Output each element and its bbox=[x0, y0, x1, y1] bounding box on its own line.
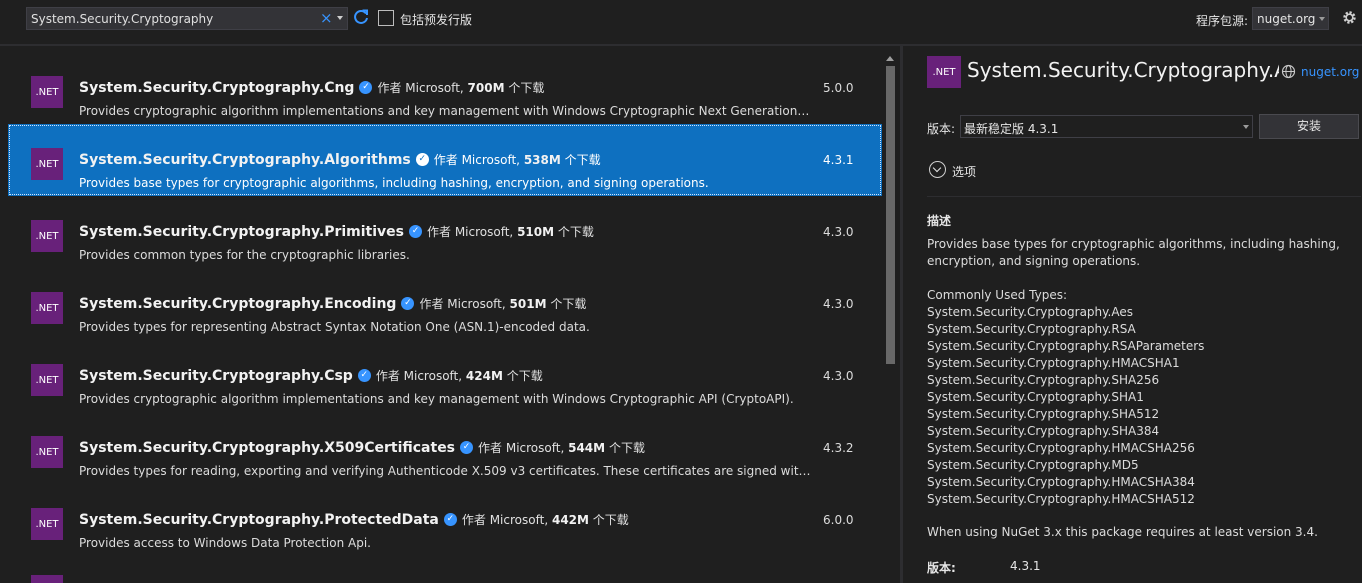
refresh-icon[interactable] bbox=[352, 8, 370, 26]
verified-check-icon: ✓ bbox=[415, 153, 429, 166]
package-source-label: 程序包源: bbox=[1196, 14, 1249, 28]
package-author-downloads: 作者 Microsoft, 700M 个下载 bbox=[377, 81, 545, 95]
type-item: System.Security.Cryptography.Aes bbox=[927, 305, 1133, 319]
type-item: System.Security.Cryptography.HMACSHA256 bbox=[927, 441, 1195, 455]
type-item: System.Security.Cryptography.HMACSHA1 bbox=[927, 356, 1180, 370]
verified-check-icon: ✓ bbox=[409, 225, 422, 238]
package-row-csp[interactable]: .NET System.Security.Cryptography.Csp ✓ … bbox=[8, 340, 882, 412]
package-name: System.Security.Cryptography.X509Certifi… bbox=[79, 439, 456, 456]
options-expand-icon[interactable] bbox=[929, 161, 946, 178]
package-source-value: nuget.org bbox=[1257, 12, 1316, 26]
package-name: System.Security.Cryptography.Algorithms bbox=[79, 151, 411, 168]
package-list[interactable]: .NET System.Security.Cryptography.Cng ✓ … bbox=[8, 52, 882, 583]
package-description: Provides types for representing Abstract… bbox=[79, 320, 590, 334]
detail-package-title: System.Security.Cryptography.Algorithms bbox=[967, 58, 1279, 82]
package-author-downloads: 作者 Microsoft, 442M 个下载 bbox=[461, 513, 629, 527]
package-description: Provides common types for the cryptograp… bbox=[79, 248, 410, 262]
scrollbar-thumb[interactable] bbox=[886, 66, 895, 364]
options-divider bbox=[927, 196, 1361, 197]
description-text: Provides base types for cryptographic al… bbox=[927, 237, 1340, 268]
search-box[interactable]: × bbox=[26, 7, 348, 30]
common-types-heading: Commonly Used Types: bbox=[927, 288, 1068, 302]
verified-check-icon: ✓ bbox=[357, 369, 371, 382]
package-row-algorithms[interactable]: .NET System.Security.Cryptography.Algori… bbox=[8, 124, 882, 196]
type-item: System.Security.Cryptography.RSAParamete… bbox=[927, 339, 1205, 353]
version-label: 版本: bbox=[927, 122, 956, 136]
nuget-version-note: When using NuGet 3.x this package requir… bbox=[927, 525, 1318, 539]
package-name: System.Security.Cryptography.Cng bbox=[79, 79, 355, 96]
package-author-downloads: 作者 Microsoft, 544M 个下载 bbox=[478, 441, 645, 455]
package-source-select[interactable]: nuget.org bbox=[1252, 7, 1329, 30]
type-item: System.Security.Cryptography.SHA512 bbox=[927, 407, 1160, 421]
verified-check-icon: ✓ bbox=[401, 297, 415, 310]
globe-icon[interactable] bbox=[1281, 64, 1296, 79]
clear-search-icon[interactable]: × bbox=[320, 9, 333, 28]
package-name: System.Security.Cryptography.Primitives bbox=[79, 223, 404, 240]
type-item: System.Security.Cryptography.SHA384 bbox=[927, 424, 1160, 438]
verified-check-icon: ✓ bbox=[460, 441, 474, 454]
type-item: System.Security.Cryptography.SHA256 bbox=[927, 373, 1160, 387]
include-prerelease-label[interactable]: 包括预发行版 bbox=[400, 11, 472, 28]
package-version: 4.3.0 bbox=[823, 225, 854, 239]
dotnet-package-icon: .NET bbox=[31, 436, 63, 468]
package-name: System.Security.Cryptography.Encoding bbox=[79, 295, 397, 312]
description-heading: 描述 bbox=[927, 214, 952, 228]
package-row-encoding[interactable]: .NET System.Security.Cryptography.Encodi… bbox=[8, 268, 882, 340]
dotnet-package-icon: .NET bbox=[31, 76, 63, 108]
package-author-downloads: 作者 Microsoft, 510M 个下载 bbox=[427, 225, 594, 239]
package-version: 6.0.0 bbox=[823, 513, 854, 527]
type-item: System.Security.Cryptography.MD5 bbox=[927, 458, 1139, 472]
package-description: Provides cryptographic algorithm impleme… bbox=[79, 104, 811, 118]
package-description: Provides base types for cryptographic al… bbox=[79, 176, 709, 190]
include-prerelease-checkbox[interactable] bbox=[378, 10, 394, 26]
package-version: 4.3.1 bbox=[823, 153, 854, 167]
package-author-downloads: 作者 Microsoft, 501M 个下载 bbox=[419, 297, 587, 311]
package-version: 4.3.0 bbox=[823, 297, 854, 311]
common-types-list: Commonly Used Types: System.Security.Cry… bbox=[927, 287, 1347, 508]
package-description: Provides types for reading, exporting an… bbox=[79, 464, 811, 478]
search-input[interactable] bbox=[31, 8, 317, 29]
dotnet-package-icon: .NET bbox=[31, 364, 63, 396]
package-row-primitives[interactable]: .NET System.Security.Cryptography.Primit… bbox=[8, 196, 882, 268]
scroll-up-arrow-icon[interactable] bbox=[886, 56, 894, 61]
dotnet-package-icon: .NET bbox=[31, 220, 63, 252]
nuget-org-link[interactable]: nuget.org bbox=[1301, 65, 1359, 79]
package-version: 5.0.0 bbox=[823, 81, 854, 95]
package-row-protecteddata[interactable]: .NET System.Security.Cryptography.Protec… bbox=[8, 484, 882, 556]
package-row-cng[interactable]: .NET System.Security.Cryptography.Cng ✓ … bbox=[8, 52, 882, 124]
dotnet-package-icon bbox=[31, 575, 63, 583]
dotnet-package-icon: .NET bbox=[31, 508, 63, 540]
package-author-downloads: 作者 Microsoft, 424M 个下载 bbox=[375, 369, 543, 383]
install-button[interactable]: 安装 bbox=[1259, 114, 1359, 139]
type-item: System.Security.Cryptography.RSA bbox=[927, 322, 1136, 336]
package-name: System.Security.Cryptography.ProtectedDa… bbox=[79, 511, 439, 528]
version-select[interactable]: 最新稳定版 4.3.1 bbox=[960, 115, 1253, 138]
package-version: 4.3.0 bbox=[823, 369, 854, 383]
search-history-dropdown-icon[interactable] bbox=[337, 16, 343, 20]
dotnet-package-icon: .NET bbox=[31, 148, 63, 180]
verified-check-icon: ✓ bbox=[359, 81, 373, 94]
gear-icon[interactable] bbox=[1341, 9, 1358, 26]
dotnet-package-icon: .NET bbox=[31, 292, 63, 324]
type-item: System.Security.Cryptography.HMACSHA512 bbox=[927, 492, 1195, 506]
package-row-x509certificates[interactable]: .NET System.Security.Cryptography.X509Ce… bbox=[8, 412, 882, 484]
type-item: System.Security.Cryptography.SHA1 bbox=[927, 390, 1144, 404]
options-label[interactable]: 选项 bbox=[952, 163, 976, 180]
metadata-version-value: 4.3.1 bbox=[1010, 559, 1041, 573]
package-author-downloads: 作者 Microsoft, 538M 个下载 bbox=[433, 153, 601, 167]
chevron-down-icon bbox=[1243, 125, 1249, 129]
version-select-value: 最新稳定版 4.3.1 bbox=[964, 122, 1059, 136]
package-version: 4.3.2 bbox=[823, 441, 854, 455]
package-description: Provides access to Windows Data Protecti… bbox=[79, 536, 371, 550]
metadata-version-label: 版本: bbox=[927, 561, 956, 575]
toolbar: × 包括预发行版 程序包源: nuget.org bbox=[0, 0, 1362, 42]
verified-check-icon: ✓ bbox=[443, 513, 457, 526]
chevron-down-icon bbox=[1319, 17, 1325, 21]
package-name: System.Security.Cryptography.Csp bbox=[79, 367, 353, 384]
package-list-scrollbar[interactable] bbox=[883, 52, 897, 583]
package-detail-pane: .NET System.Security.Cryptography.Algori… bbox=[903, 46, 1362, 583]
package-description: Provides cryptographic algorithm impleme… bbox=[79, 392, 794, 406]
type-item: System.Security.Cryptography.HMACSHA384 bbox=[927, 475, 1195, 489]
dotnet-package-icon: .NET bbox=[927, 56, 961, 88]
